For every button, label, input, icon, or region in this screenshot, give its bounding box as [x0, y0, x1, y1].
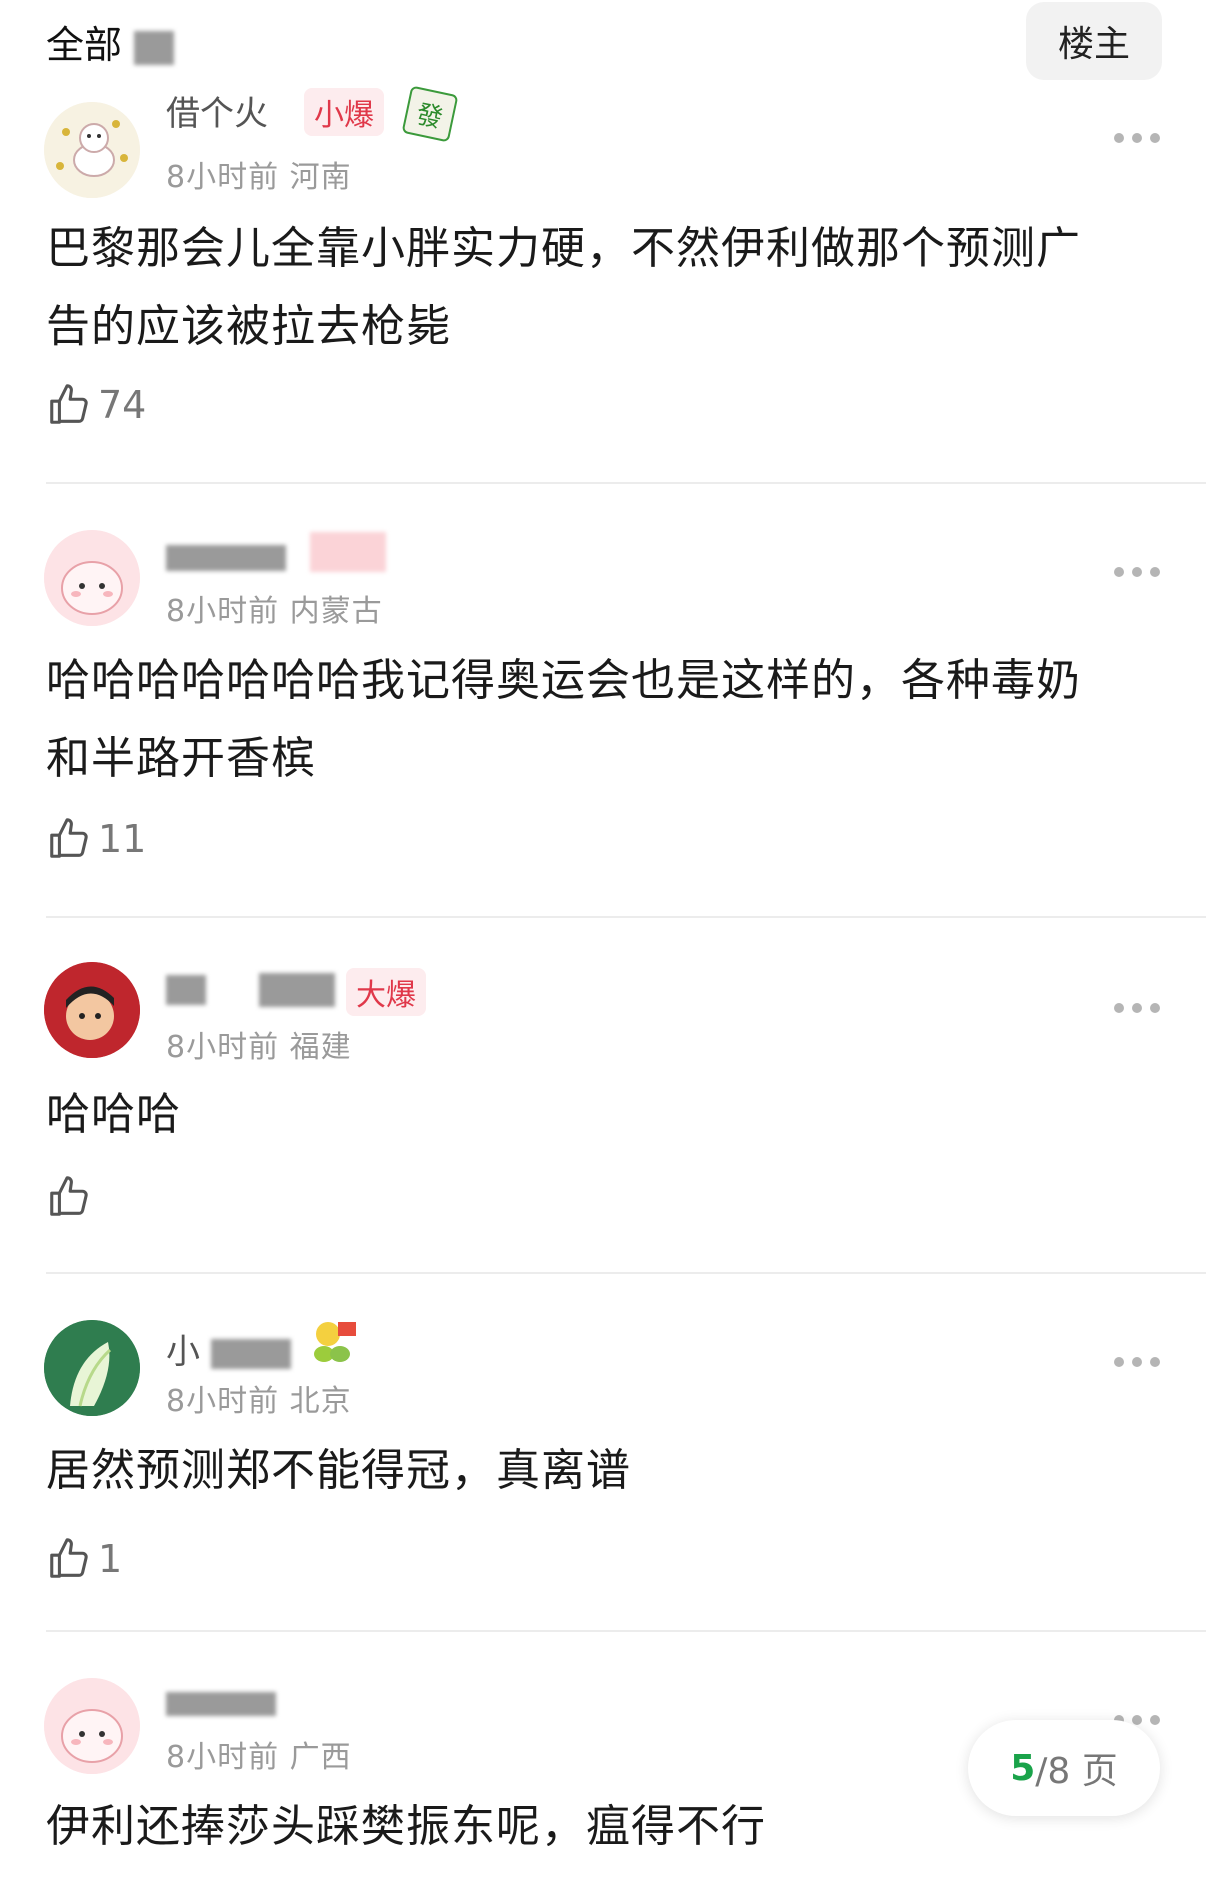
comment-location: 内蒙古: [289, 594, 383, 629]
level-badge: 大爆: [346, 968, 426, 1016]
like-button[interactable]: [46, 1174, 92, 1220]
avatar[interactable]: [44, 102, 140, 198]
like-count: 1: [98, 1537, 123, 1581]
divider: [46, 482, 1206, 484]
top-bar: 全部 楼主: [0, 0, 1206, 88]
filter-dropdown[interactable]: 全部: [46, 14, 175, 69]
avatar[interactable]: [44, 962, 140, 1058]
comment-meta: 8小时前 北京: [166, 1376, 352, 1420]
comment-time: 8小时前: [166, 1030, 280, 1065]
avatar[interactable]: [44, 1678, 140, 1774]
mahjong-tile-icon: 發: [401, 85, 459, 143]
comment-text: 居然预测郑不能得冠，真离谱: [46, 1432, 1156, 1510]
like-count: 11: [98, 817, 147, 861]
username-text: 小: [166, 1332, 200, 1372]
username[interactable]: 借个火: [166, 86, 268, 135]
comment-text-line: 哈哈哈: [46, 1089, 181, 1140]
username[interactable]: 小: [166, 1324, 291, 1373]
like-button[interactable]: 1: [46, 1536, 122, 1582]
comment-location: 河南: [289, 160, 352, 195]
thumbs-up-icon: [50, 1538, 88, 1578]
more-dots-icon[interactable]: [1106, 1332, 1160, 1376]
caterpillar-icon: [308, 1314, 364, 1370]
thumbs-up-icon: [50, 384, 88, 424]
comment-location: 北京: [289, 1384, 352, 1419]
divider: [46, 1630, 1206, 1632]
comment-time: 8小时前: [166, 160, 280, 195]
more-dots-icon[interactable]: [1106, 978, 1160, 1022]
comment-text-line: 居然预测郑不能得冠，真离谱: [46, 1445, 631, 1496]
username[interactable]: [166, 968, 335, 1008]
username[interactable]: [166, 536, 286, 576]
blurred-region: [166, 1691, 276, 1716]
comment-text-line: 告的应该被拉去枪毙: [46, 301, 451, 352]
comment-location: 广西: [289, 1740, 352, 1775]
filter-label: 全部: [46, 23, 123, 67]
level-badge: 小爆: [304, 88, 384, 136]
comment-text: 哈哈哈哈哈哈哈我记得奥运会也是这样的，各种毒奶 和半路开香槟: [46, 642, 1156, 798]
thumbs-up-icon: [50, 1176, 88, 1216]
blurred-badge: [310, 532, 386, 572]
blurred-region: [166, 544, 286, 571]
like-count: 74: [98, 383, 147, 427]
comment-text: 哈哈哈: [46, 1076, 1156, 1154]
divider: [46, 1272, 1206, 1274]
like-button[interactable]: 11: [46, 816, 146, 862]
comment-text-line: 巴黎那会儿全靠小胖实力硬，不然伊利做那个预测广: [46, 223, 1081, 274]
comment-item: 借个火 小爆 發 8小时前 河南 巴黎那会儿全靠小胖实力硬，不然伊利做那个预测广…: [0, 80, 1206, 484]
comment-meta: 8小时前 福建: [166, 1022, 352, 1066]
divider: [46, 916, 1206, 918]
like-button[interactable]: 74: [46, 382, 146, 428]
blurred-region: [210, 1338, 291, 1369]
comment-time: 8小时前: [166, 1740, 280, 1775]
comment-meta: 8小时前 广西: [166, 1732, 352, 1776]
comment-item: 8小时前 内蒙古 哈哈哈哈哈哈哈我记得奥运会也是这样的，各种毒奶 和半路开香槟 …: [0, 516, 1206, 916]
current-page: 5: [1010, 1747, 1036, 1789]
more-dots-icon[interactable]: [1106, 108, 1160, 152]
avatar[interactable]: [44, 530, 140, 626]
avatar[interactable]: [44, 1320, 140, 1416]
comment-time: 8小时前: [166, 594, 280, 629]
more-dots-icon[interactable]: [1106, 542, 1160, 586]
comment-meta: 8小时前 河南: [166, 152, 352, 196]
blurred-region: [258, 972, 335, 1007]
author-only-button[interactable]: 楼主: [1026, 2, 1162, 80]
comment-time: 8小时前: [166, 1384, 280, 1419]
comment-text: 巴黎那会儿全靠小胖实力硬，不然伊利做那个预测广 告的应该被拉去枪毙: [46, 210, 1156, 366]
comment-item: 大爆 8小时前 福建 哈哈哈: [0, 952, 1206, 1276]
comment-item: 小 8小时前 北京 居然预测郑不能得冠，真离谱 1: [0, 1306, 1206, 1630]
comment-text-line: 哈哈哈哈哈哈哈我记得奥运会也是这样的，各种毒奶: [46, 655, 1081, 706]
thumbs-up-icon: [50, 818, 88, 858]
comment-meta: 8小时前 内蒙古: [166, 586, 383, 630]
username[interactable]: [166, 1682, 276, 1722]
comment-location: 福建: [289, 1030, 352, 1065]
blurred-region: [134, 30, 175, 65]
blurred-region: [166, 974, 206, 1005]
page-indicator[interactable]: 5 /8 页: [968, 1720, 1160, 1816]
total-pages: /8 页: [1035, 1751, 1118, 1792]
comment-text-line: 和半路开香槟: [46, 733, 316, 784]
